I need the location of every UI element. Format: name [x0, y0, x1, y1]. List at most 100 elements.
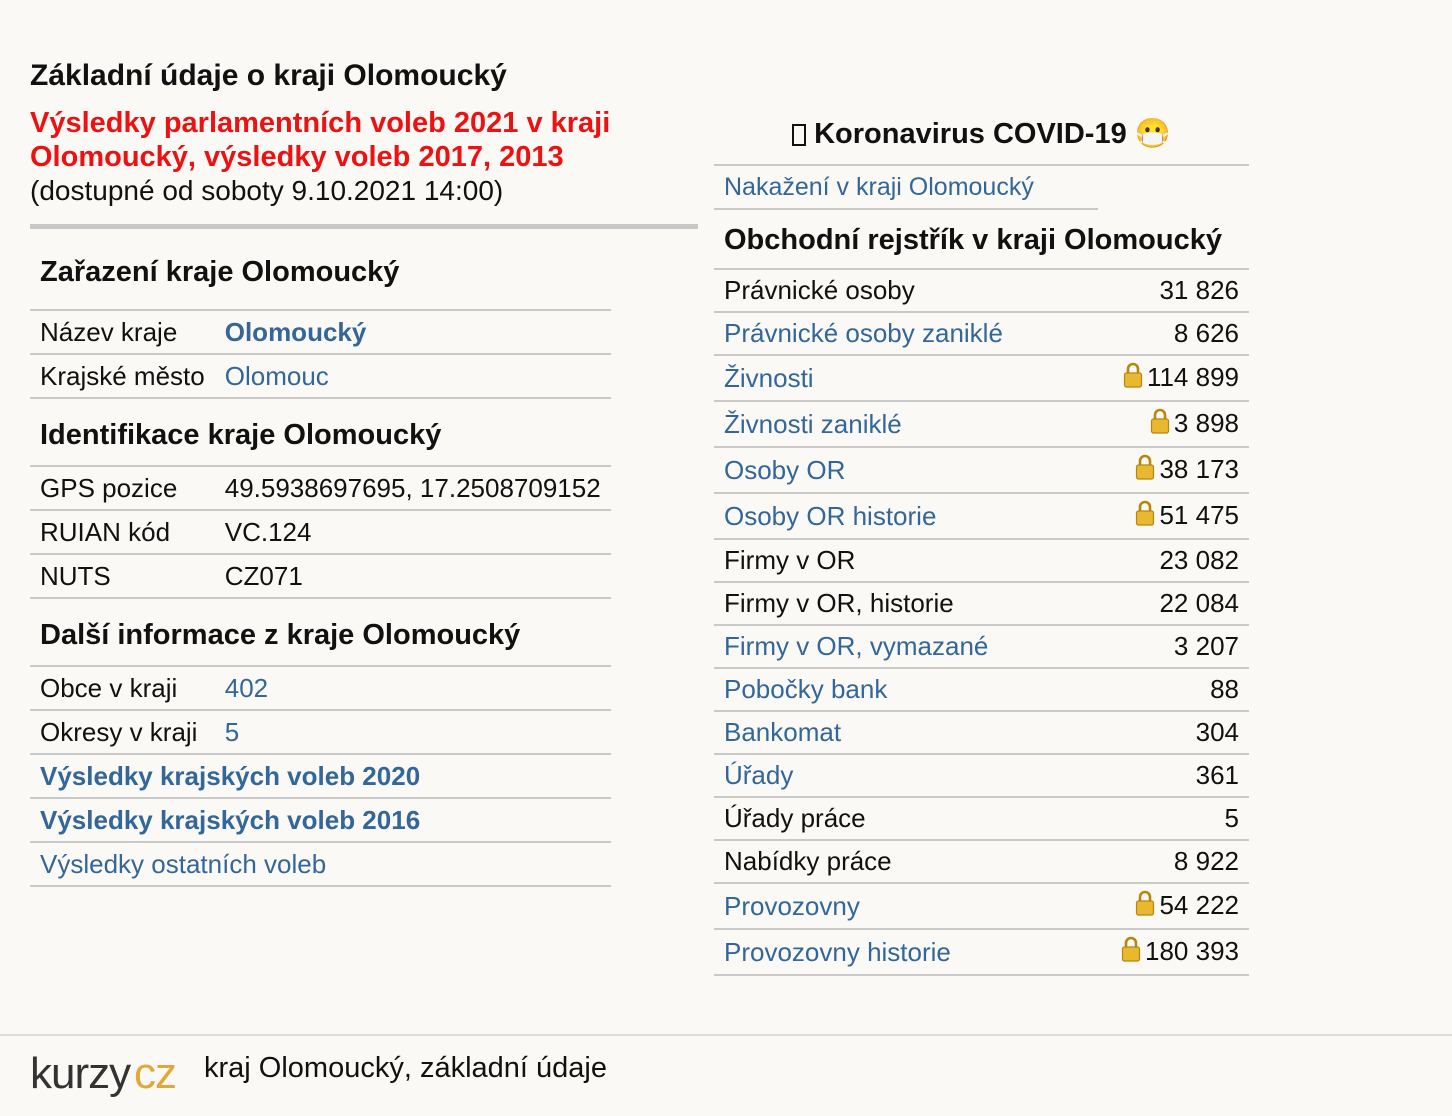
districts-label: Okresy v kraji [30, 710, 215, 755]
kurzy-cz-logo[interactable]: kurzy cz [30, 1044, 190, 1105]
table-row: Osoby OR historie 51 475 [714, 493, 1249, 540]
table-row: Úřady práce 5 [714, 797, 1249, 841]
regional-elections-2020-link[interactable]: Výsledky krajských voleb 2020 [40, 761, 420, 791]
table-row: RUIAN kód VC.124 [30, 510, 611, 555]
identification-heading: Identifikace kraje Olomoucký [30, 398, 611, 467]
register-row-value: 88 [1210, 674, 1239, 704]
table-row: Živnosti zaniklé 3 898 [714, 401, 1249, 448]
register-row-label: Firmy v OR, historie [724, 588, 954, 618]
covid-title: Koronavirus COVID-19 [814, 118, 1127, 150]
region-name-label: Název kraje [30, 310, 215, 355]
lock-icon [1135, 500, 1155, 533]
gps-label: GPS pozice [30, 466, 215, 511]
lock-icon [1121, 936, 1141, 969]
register-row-label: Právnické osoby [724, 275, 915, 305]
register-row-value: 8 626 [1173, 318, 1239, 348]
lock-icon [1135, 890, 1155, 923]
table-row: Provozovny historie 180 393 [714, 929, 1249, 976]
table-row: Výsledky krajských voleb 2020 [30, 754, 611, 799]
ruian-value: VC.124 [214, 510, 611, 555]
table-row: Pobočky bank 88 [714, 668, 1249, 712]
face-mask-icon: 😷 [1134, 118, 1171, 150]
kurzy-cz-logo-icon: kurzy cz [30, 1049, 177, 1098]
table-row: GPS pozice 49.5938697695, 17.2508709152 [30, 466, 611, 511]
classification-heading-row: Zařazení kraje Olomoucký [30, 229, 611, 311]
regional-city-link[interactable]: Olomouc [225, 361, 329, 391]
table-row: Firmy v OR, vymazané 3 207 [714, 625, 1249, 669]
missing-glyph-icon [792, 124, 807, 146]
register-row-label[interactable]: Firmy v OR, vymazané [724, 631, 988, 661]
register-row-label[interactable]: Živnosti zaniklé [724, 409, 902, 439]
nuts-value: CZ071 [214, 554, 611, 599]
lock-icon [1150, 408, 1170, 441]
register-row-value: 38 173 [1159, 453, 1239, 484]
register-row-value: 304 [1195, 717, 1239, 747]
right-column: Koronavirus COVID-19 😷 Nakažení v kraji … [714, 110, 1249, 976]
register-row-label[interactable]: Úřady [724, 760, 793, 790]
region-info-table: Zařazení kraje Olomoucký Název kraje Olo… [30, 229, 611, 887]
more-info-heading: Další informace z kraje Olomoucký [30, 598, 611, 667]
table-row: Krajské město Olomouc [30, 354, 611, 399]
regional-elections-2016-link[interactable]: Výsledky krajských voleb 2016 [40, 805, 420, 835]
register-row-label[interactable]: Provozovny historie [724, 937, 951, 967]
nuts-label: NUTS [30, 554, 215, 599]
register-row-value: 51 475 [1159, 499, 1239, 530]
regional-city-label: Krajské město [30, 354, 215, 399]
table-row: Výsledky ostatních voleb [30, 842, 611, 887]
table-row: Obce v kraji 402 [30, 666, 611, 711]
districts-count-link[interactable]: 5 [225, 717, 239, 747]
table-row: Právnické osoby 31 826 [714, 270, 1249, 313]
register-row-value: 23 082 [1159, 545, 1239, 575]
covid-heading: Koronavirus COVID-19 😷 [714, 110, 1249, 166]
register-row-value: 361 [1195, 760, 1239, 790]
business-register-heading: Obchodní rejstřík v kraji Olomoucký [714, 212, 1249, 270]
register-row-label: Nabídky práce [724, 846, 892, 876]
register-row-label[interactable]: Pobočky bank [724, 674, 887, 704]
register-row-value: 180 393 [1145, 935, 1239, 966]
more-info-heading-row: Další informace z kraje Olomoucký [30, 598, 611, 667]
logo-text-kurzy: kurzy [30, 1049, 131, 1098]
table-row: Bankomat 304 [714, 711, 1249, 755]
ruian-label: RUIAN kód [30, 510, 215, 555]
register-row-value: 8 922 [1173, 846, 1239, 876]
election-results-link[interactable]: Výsledky parlamentních voleb 2021 v kraj… [30, 106, 670, 174]
register-row-value: 54 222 [1159, 889, 1239, 920]
register-row-label[interactable]: Provozovny [724, 891, 860, 921]
lock-icon [1135, 454, 1155, 487]
table-row: Živnosti 114 899 [714, 355, 1249, 402]
register-row-label: Úřady práce [724, 803, 866, 833]
covid-infections-link[interactable]: Nakažení v kraji Olomoucký [714, 166, 1098, 210]
register-row-label[interactable]: Osoby OR historie [724, 501, 936, 531]
business-register-table: Právnické osoby 31 826 Právnické osoby zan… [714, 270, 1249, 976]
identification-heading-row: Identifikace kraje Olomoucký [30, 398, 611, 467]
table-row: NUTS CZ071 [30, 554, 611, 599]
table-row: Výsledky krajských voleb 2016 [30, 798, 611, 843]
footer-caption: kraj Olomoucký, základní údaje [204, 1052, 607, 1084]
table-row: Firmy v OR 23 082 [714, 539, 1249, 583]
register-row-label: Firmy v OR [724, 545, 856, 575]
gps-value: 49.5938697695, 17.2508709152 [214, 466, 611, 511]
other-elections-link[interactable]: Výsledky ostatních voleb [40, 849, 326, 879]
register-row-label[interactable]: Osoby OR [724, 455, 845, 485]
register-row-value: 3 898 [1173, 407, 1239, 438]
table-row: Okresy v kraji 5 [30, 710, 611, 755]
register-row-value: 5 [1224, 803, 1239, 833]
register-row-value: 114 899 [1146, 361, 1239, 392]
register-row-label[interactable]: Bankomat [724, 717, 841, 747]
register-row-value: 22 084 [1159, 588, 1239, 618]
municipalities-label: Obce v kraji [30, 666, 215, 711]
region-name-link[interactable]: Olomoucký [225, 317, 367, 347]
register-row-label[interactable]: Právnické osoby zaniklé [724, 318, 1003, 348]
table-row: Právnické osoby zaniklé 8 626 [714, 312, 1249, 356]
table-row: Provozovny 54 222 [714, 883, 1249, 930]
footer: kurzy cz kraj Olomoucký, základní údaje [0, 1034, 1452, 1116]
register-row-value: 3 207 [1173, 631, 1239, 661]
left-column: Základní údaje o kraji Olomoucký Výsledk… [30, 56, 698, 887]
lock-icon [1123, 362, 1143, 395]
page-title: Základní údaje o kraji Olomoucký [30, 59, 507, 92]
classification-heading: Zařazení kraje Olomoucký [30, 229, 611, 311]
register-row-label[interactable]: Živnosti [724, 363, 814, 393]
logo-text-cz: cz [134, 1049, 176, 1098]
municipalities-count-link[interactable]: 402 [225, 673, 268, 703]
table-row: Firmy v OR, historie 22 084 [714, 582, 1249, 626]
